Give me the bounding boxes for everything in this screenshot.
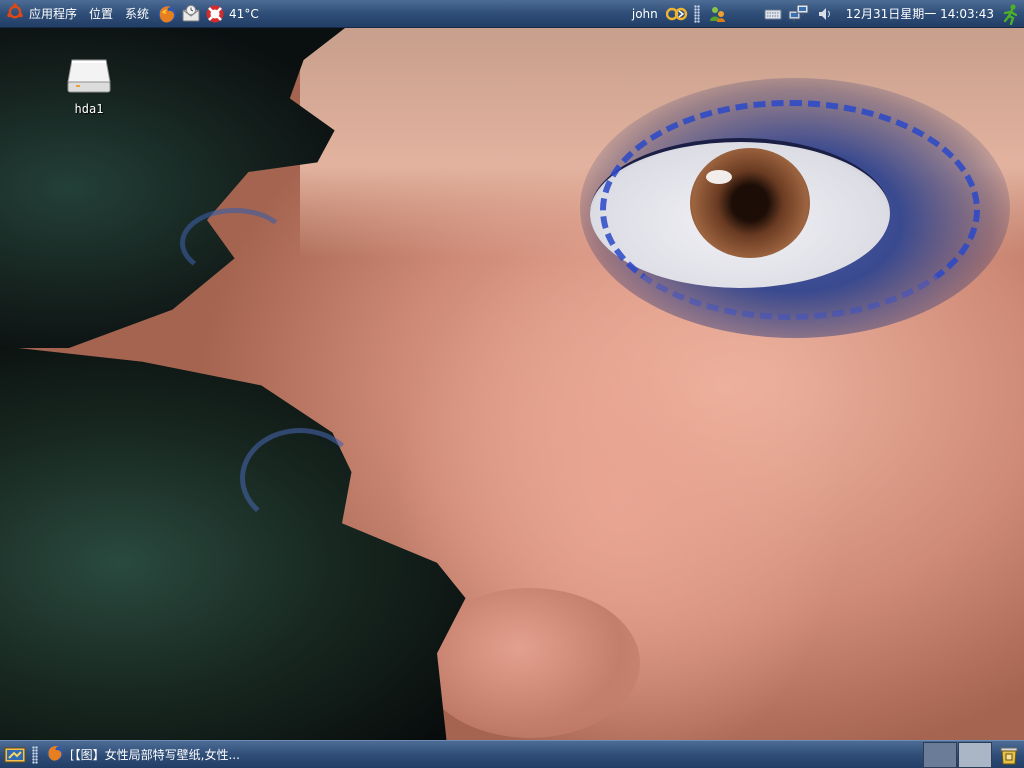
- wallpaper-wing-edge: [180, 208, 290, 278]
- workspace-2[interactable]: [958, 741, 992, 768]
- network-connection-icon[interactable]: [788, 3, 810, 25]
- mail-icon[interactable]: [180, 3, 202, 25]
- show-desktop-button[interactable]: [2, 743, 28, 767]
- taskbar-window-label: [【图】女性局部特写壁纸,女性...: [70, 748, 240, 762]
- top-panel: 应用程序 位置 系统 41°C john 12月31日星期一 14:03:43: [0, 0, 1024, 28]
- bottom-panel: [【图】女性局部特写壁纸,女性...: [0, 740, 1024, 768]
- trash-icon[interactable]: [996, 742, 1022, 768]
- firefox-icon[interactable]: [156, 3, 178, 25]
- applications-menu[interactable]: 应用程序: [0, 0, 83, 28]
- user-switcher[interactable]: john: [632, 7, 658, 21]
- applications-menu-label: 应用程序: [29, 7, 78, 21]
- taskbar-window-button[interactable]: [【图】女性局部特写壁纸,女性...: [42, 744, 442, 766]
- weather-temperature[interactable]: 41°C: [229, 7, 259, 21]
- wallpaper-wing-edge: [240, 428, 360, 528]
- ubuntu-logo-icon: [6, 3, 24, 24]
- workspace-1[interactable]: [923, 741, 957, 768]
- messenger-icon[interactable]: [706, 3, 728, 25]
- desktop-icon-hda1[interactable]: hda1: [58, 56, 120, 116]
- desktop-wallpaper: [0, 28, 1024, 740]
- desktop-icon-label: hda1: [74, 102, 104, 116]
- panel-drag-handle[interactable]: [32, 745, 38, 764]
- drive-icon: [66, 56, 112, 99]
- panel-drag-handle[interactable]: [693, 4, 700, 23]
- wallpaper-butterfly-wing-bottom: [0, 346, 466, 740]
- network-activity-icon[interactable]: [665, 3, 688, 25]
- places-menu[interactable]: 位置: [83, 0, 119, 28]
- system-menu[interactable]: 系统: [119, 0, 155, 28]
- help-icon[interactable]: [204, 3, 226, 25]
- volume-icon[interactable]: [814, 3, 836, 25]
- keyboard-icon[interactable]: [762, 3, 784, 25]
- wallpaper-lashes: [600, 100, 980, 320]
- clock[interactable]: 12月31日星期一 14:03:43: [846, 5, 994, 22]
- logout-icon[interactable]: [1000, 3, 1022, 25]
- wallpaper-butterfly-wing-top: [0, 28, 345, 348]
- firefox-icon: [46, 744, 64, 765]
